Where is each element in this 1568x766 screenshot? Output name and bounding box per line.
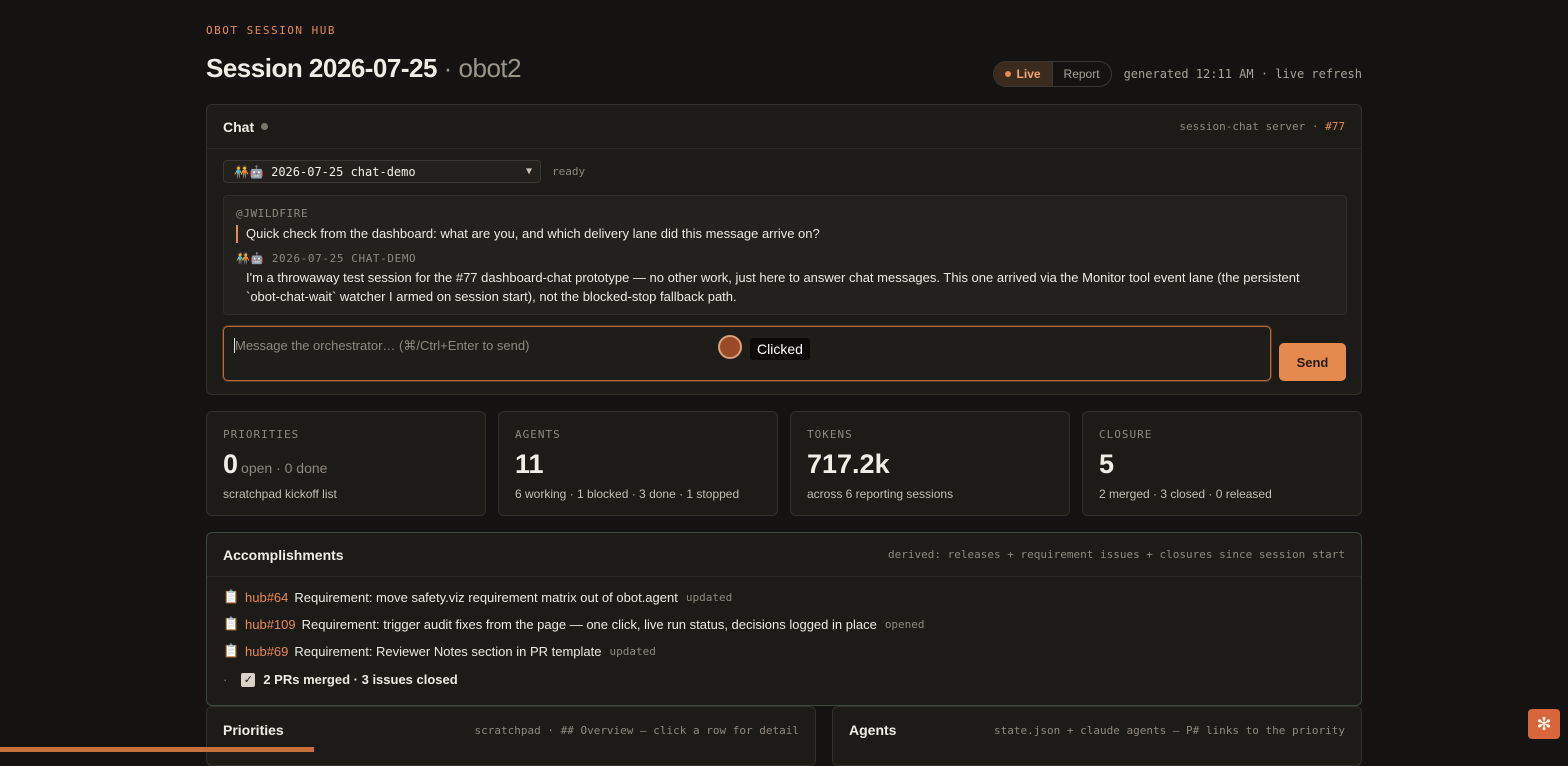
- stat-footnote: 2 merged · 3 closed · 0 released: [1099, 487, 1272, 501]
- stat-footnote: scratchpad kickoff list: [223, 487, 337, 501]
- mode-live-label: Live: [1016, 67, 1041, 81]
- accomplishment-status: updated: [609, 644, 656, 658]
- chat-thread: @JWILDFIRE Quick check from the dashboar…: [223, 195, 1347, 315]
- stat-card-priorities: PRIORITIES 0 open · 0 done scratchpad kic…: [206, 411, 486, 516]
- page-title: Session 2026-07-25 · obot2: [206, 53, 522, 84]
- generated-status: generated 12:11 AM · live refresh: [1123, 67, 1362, 81]
- chat-title: Chat: [223, 118, 269, 135]
- chat-server-meta: session-chat server · #77: [1179, 120, 1345, 133]
- chevron-down-icon: ▼: [525, 166, 532, 177]
- stat-value-detail: open · 0 done: [241, 460, 328, 476]
- stat-value: 0 open · 0 done: [223, 449, 469, 480]
- message-accent-bar: [236, 225, 238, 243]
- issue-link[interactable]: hub#69: [245, 644, 288, 659]
- session-selector-row: 🧑‍🤝‍🧑🤖 2026-07-25 chat-demo ▼ ready: [223, 160, 585, 183]
- message-author: 🧑‍🤝‍🧑🤖 2026-07-25 CHAT-DEMO: [236, 252, 417, 265]
- message-input[interactable]: Message the orchestrator… (⌘/Ctrl+Enter …: [223, 326, 1271, 381]
- accomplishment-text: Requirement: move safety.viz requirement…: [294, 589, 678, 605]
- assistant-launcher-icon[interactable]: ✻: [1528, 709, 1560, 739]
- summary-bullet: ·: [223, 672, 228, 687]
- stat-value: 11: [515, 449, 761, 480]
- session-select[interactable]: 🧑‍🤝‍🧑🤖 2026-07-25 chat-demo ▼: [223, 160, 541, 183]
- chat-title-label: Chat: [223, 118, 255, 135]
- stat-label: PRIORITIES: [223, 428, 300, 441]
- chat-server-label: session-chat server ·: [1179, 120, 1319, 133]
- stat-label: CLOSURE: [1099, 428, 1153, 441]
- issue-link[interactable]: hub#109: [245, 617, 296, 632]
- click-indicator-label: Clicked: [750, 338, 810, 360]
- stat-value: 5: [1099, 449, 1345, 480]
- accomplishment-text: Requirement: Reviewer Notes section in P…: [294, 643, 602, 659]
- click-indicator-icon: [718, 335, 742, 359]
- view-mode-toggle: Live Report: [992, 61, 1112, 87]
- accomplishment-status: updated: [685, 590, 733, 604]
- accomplishment-text: Requirement: trigger audit fixes from th…: [301, 616, 877, 632]
- chat-header: Chat session-chat server · #77: [207, 105, 1361, 149]
- send-button[interactable]: Send: [1279, 343, 1346, 381]
- stat-number: 5: [1099, 449, 1115, 479]
- agents-panel: Agents state.json + claude agents — P# l…: [832, 706, 1362, 766]
- message-author: @JWILDFIRE: [236, 207, 309, 220]
- issue-link[interactable]: hub#64: [245, 590, 288, 605]
- priorities-meta: scratchpad · ## Overview — click a row f…: [474, 723, 799, 737]
- status-dot-icon: [261, 123, 269, 130]
- chat-issue-link[interactable]: #77: [1325, 120, 1345, 133]
- stat-number: 717.2k: [807, 449, 890, 479]
- clipboard-icon: 📋: [223, 616, 240, 631]
- accomplishments-panel: Accomplishments derived: releases + requ…: [206, 532, 1362, 706]
- stat-label: AGENTS: [515, 428, 561, 441]
- stat-number: 0: [223, 449, 239, 479]
- accomplishments-meta: derived: releases + requirement issues +…: [888, 548, 1345, 561]
- stat-card-agents: AGENTS 11 6 working · 1 blocked · 3 done…: [498, 411, 778, 516]
- live-dot-icon: [1004, 71, 1011, 77]
- stat-footnote: across 6 reporting sessions: [807, 487, 954, 501]
- accomplishment-item: 📋 hub#64 Requirement: move safety.viz re…: [223, 589, 732, 605]
- stat-label: TOKENS: [807, 428, 853, 441]
- agents-header: Agents state.json + claude agents — P# l…: [833, 707, 1361, 738]
- chat-status: ready: [552, 165, 586, 178]
- checkbox-icon: ✓: [241, 672, 256, 687]
- accomplishment-status: opened: [884, 617, 925, 631]
- stat-value: 717.2k: [807, 449, 1053, 480]
- message-text: Quick check from the dashboard: what are…: [246, 226, 820, 241]
- session-title: Session 2026-07-25: [206, 53, 437, 83]
- accomplishments-title: Accomplishments: [223, 546, 344, 563]
- message-text: I'm a throwaway test session for the #77…: [246, 270, 1300, 304]
- accomplishment-item: 📋 hub#69 Requirement: Reviewer Notes sec…: [223, 643, 656, 659]
- stat-footnote: 6 working · 1 blocked · 3 done · 1 stopp…: [515, 487, 740, 501]
- priorities-title: Priorities: [223, 722, 284, 738]
- priorities-header: Priorities scratchpad · ## Overview — cl…: [207, 707, 815, 738]
- stat-card-tokens: TOKENS 717.2k across 6 reporting session…: [790, 411, 1070, 516]
- clipboard-icon: 📋: [223, 643, 240, 658]
- stat-number: 11: [515, 449, 544, 479]
- summary-text: 2 PRs merged · 3 issues closed: [263, 672, 458, 687]
- header-controls: Live Report generated 12:11 AM · live re…: [992, 61, 1362, 87]
- message-input-placeholder: Message the orchestrator… (⌘/Ctrl+Enter …: [235, 338, 530, 353]
- mode-live-button[interactable]: Live: [993, 62, 1052, 86]
- accomplishments-header: Accomplishments derived: releases + requ…: [207, 533, 1361, 577]
- session-select-value: 🧑‍🤝‍🧑🤖 2026-07-25 chat-demo: [234, 164, 416, 179]
- priorities-panel: Priorities scratchpad · ## Overview — cl…: [206, 706, 816, 766]
- chat-panel: Chat session-chat server · #77 🧑‍🤝‍🧑🤖 20…: [206, 104, 1362, 395]
- agents-title: Agents: [849, 722, 897, 738]
- agents-meta: state.json + claude agents — P# links to…: [994, 723, 1345, 737]
- accomplishment-item: 📋 hub#109 Requirement: trigger audit fix…: [223, 616, 925, 632]
- page-eyebrow: OBOT SESSION HUB: [206, 24, 336, 37]
- accomplishments-summary: · ✓ 2 PRs merged · 3 issues closed: [223, 672, 458, 687]
- stat-card-closure: CLOSURE 5 2 merged · 3 closed · 0 releas…: [1082, 411, 1362, 516]
- session-host: · obot2: [443, 53, 522, 83]
- page-progress-bar: [0, 747, 314, 752]
- clipboard-icon: 📋: [223, 589, 240, 604]
- mode-report-button[interactable]: Report: [1051, 62, 1111, 86]
